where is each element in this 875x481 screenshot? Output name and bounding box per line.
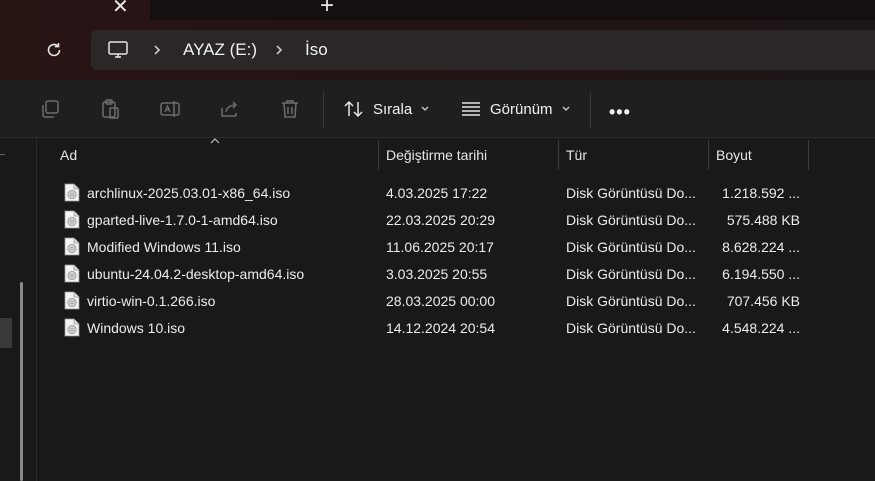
column-header-date[interactable]: Değiştirme tarihi [386,138,487,172]
file-type: Disk Görüntüsü Do... [566,211,696,228]
disc-image-file-icon [64,291,80,310]
column-divider[interactable] [558,140,559,170]
file-type: Disk Görüntüsü Do... [566,292,696,309]
file-size: 4.548.224 ... [722,319,800,336]
copy-icon[interactable] [39,98,61,120]
file-row[interactable]: gparted-live-1.7.0-1-amd64.iso 22.03.202… [58,206,808,233]
file-name: Modified Windows 11.iso [87,238,241,255]
file-date: 14.12.2024 20:54 [386,319,495,336]
file-size: 6.194.550 ... [722,265,800,282]
title-bar: ✕ + AYAZ (E:) İso [0,0,875,80]
chevron-down-icon [421,106,429,111]
sort-label: Sırala [373,100,413,118]
column-divider[interactable] [708,140,709,170]
file-name: gparted-live-1.7.0-1-amd64.iso [87,211,278,228]
column-header-name[interactable]: Ad [60,138,77,172]
file-size: 575.488 KB [726,211,800,228]
view-button[interactable]: Görünüm [460,97,579,121]
file-date: 28.03.2025 00:00 [386,292,495,309]
file-row[interactable]: Modified Windows 11.iso 11.06.2025 20:17… [58,233,808,260]
column-header-type[interactable]: Tür [566,138,587,172]
file-type: Disk Görüntüsü Do... [566,319,696,336]
file-name: archlinux-2025.03.01-x86_64.iso [87,184,291,201]
chevron-down-icon [562,106,569,111]
sort-button[interactable]: Sırala [343,97,438,121]
file-name: Windows 10.iso [87,319,186,336]
nav-selected-item[interactable] [0,318,12,348]
file-type: Disk Görüntüsü Do... [566,184,696,201]
nav-divider [0,154,5,155]
sort-icon [344,100,363,118]
file-name: virtio-win-0.1.266.iso [87,292,216,309]
toolbar-separator [590,92,591,128]
file-name: ubuntu-24.04.2-desktop-amd64.iso [87,265,305,282]
column-divider[interactable] [378,140,379,170]
column-header-size[interactable]: Boyut [716,138,752,172]
tab-close-icon[interactable]: ✕ [112,0,129,19]
file-row[interactable]: Windows 10.iso 14.12.2024 20:54 Disk Gör… [58,314,808,341]
chevron-right-icon[interactable] [274,44,284,56]
computer-icon [108,41,128,58]
file-row[interactable]: archlinux-2025.03.01-x86_64.iso 4.03.202… [58,179,808,206]
chevron-right-icon[interactable] [152,44,162,56]
refresh-icon [47,43,61,57]
view-list-icon [462,102,480,116]
command-bar: Sırala Görünüm ••• [0,80,875,138]
file-type: Disk Görüntüsü Do... [566,265,696,282]
address-bar[interactable]: AYAZ (E:) İso [91,30,875,70]
refresh-button[interactable] [40,36,68,64]
file-date: 22.03.2025 20:29 [386,211,495,228]
share-icon[interactable] [219,98,241,120]
rename-icon[interactable] [159,98,181,120]
column-divider[interactable] [808,140,809,170]
file-type: Disk Görüntüsü Do... [566,238,696,255]
file-size: 8.628.224 ... [722,238,800,255]
file-date: 4.03.2025 17:22 [386,184,488,201]
file-size: 1.218.592 ... [722,184,800,201]
disc-image-file-icon [64,237,80,256]
file-date: 3.03.2025 20:55 [386,265,488,282]
toolbar-separator [323,92,324,128]
delete-icon[interactable] [279,98,301,120]
view-label: Görünüm [490,100,553,118]
breadcrumb-folder[interactable]: İso [305,30,328,70]
more-options-button[interactable]: ••• [609,102,631,123]
disc-image-file-icon [64,183,80,202]
breadcrumb-drive[interactable]: AYAZ (E:) [183,30,257,70]
disc-image-file-icon [64,318,80,337]
file-row[interactable]: virtio-win-0.1.266.iso 28.03.2025 00:00 … [58,287,808,314]
file-date: 11.06.2025 20:17 [386,238,494,255]
paste-icon[interactable] [99,98,121,120]
new-tab-icon[interactable]: + [320,0,334,20]
file-row[interactable]: ubuntu-24.04.2-desktop-amd64.iso 3.03.20… [58,260,808,287]
navigation-pane[interactable] [0,138,37,481]
disc-image-file-icon [64,264,80,283]
nav-scrollbar[interactable] [20,282,23,481]
sort-indicator-icon [210,138,220,144]
file-size: 707.456 KB [726,292,800,309]
tab-strip: + [150,0,875,20]
disc-image-file-icon [64,210,80,229]
